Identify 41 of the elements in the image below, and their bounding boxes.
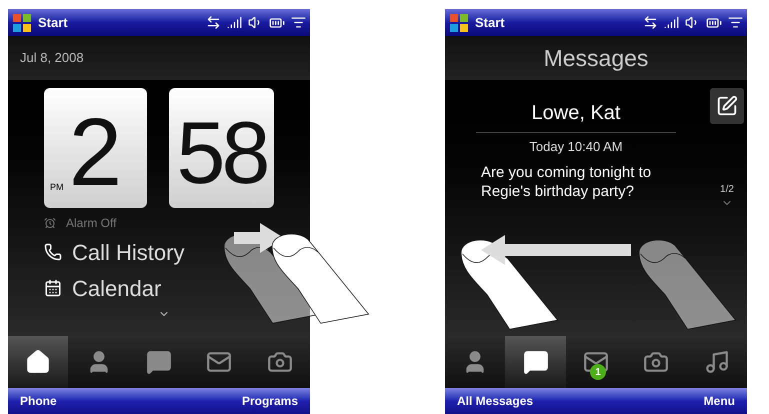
connection-icon[interactable] xyxy=(206,15,221,30)
compose-button[interactable] xyxy=(710,88,744,124)
calendar-icon xyxy=(44,279,62,297)
messages-icon xyxy=(522,349,549,375)
soft-key[interactable]: Programs xyxy=(242,392,298,410)
message-body: Are you coming tonight to Regie's birthday party? xyxy=(481,162,652,200)
hour-digit: 2 xyxy=(68,98,122,208)
meridiem-label: PM xyxy=(50,180,64,194)
soft-key[interactable]: All Messages xyxy=(457,392,534,410)
call-icon xyxy=(44,243,62,261)
music-icon xyxy=(704,349,730,375)
message-time: Today 10:40 AM xyxy=(529,138,623,156)
date-label: Jul 8, 2008 xyxy=(20,49,84,68)
menu-row[interactable]: Call History xyxy=(44,234,184,270)
soft-key[interactable]: Menu xyxy=(704,392,735,410)
signal-icon[interactable] xyxy=(664,15,679,30)
sender-name: Lowe, Kat xyxy=(476,98,676,133)
minute-digits: 58 xyxy=(176,102,266,204)
menu-icon[interactable] xyxy=(291,15,306,30)
windows-logo-icon[interactable] xyxy=(449,12,469,32)
menu-icon[interactable] xyxy=(728,15,743,30)
start-label[interactable]: Start xyxy=(38,12,68,32)
soft-key[interactable]: Phone xyxy=(20,392,57,410)
menu-label: Call History xyxy=(72,238,184,267)
compose-icon xyxy=(716,95,738,117)
menu-row[interactable]: Calendar xyxy=(44,270,162,306)
menu-label: Alarm Off xyxy=(66,215,116,232)
unread-badge: 1 xyxy=(590,364,606,380)
header-title: Messages xyxy=(544,44,648,73)
signal-icon[interactable] xyxy=(227,15,242,30)
start-label[interactable]: Start xyxy=(475,12,505,32)
windows-logo-icon[interactable] xyxy=(12,12,32,32)
tab[interactable] xyxy=(8,336,68,388)
page-indicator: 1/2 xyxy=(720,183,734,197)
connection-icon[interactable] xyxy=(643,15,658,30)
menu-label: Calendar xyxy=(72,274,162,302)
messages-icon xyxy=(146,349,172,375)
alarm-icon xyxy=(44,217,56,229)
menu-row[interactable]: Alarm Off xyxy=(44,212,116,234)
tab[interactable] xyxy=(505,336,566,388)
home-icon xyxy=(25,349,52,375)
